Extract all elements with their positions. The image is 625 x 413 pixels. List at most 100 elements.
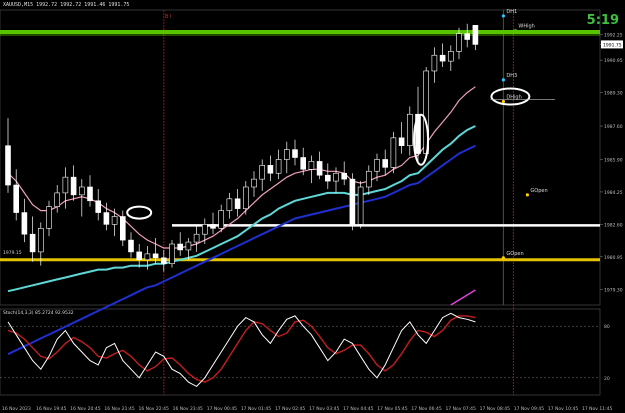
annotation-marker — [501, 78, 505, 82]
candle-body — [111, 216, 118, 225]
candle-body — [103, 212, 110, 225]
candle-body — [218, 210, 224, 229]
annotation-marker — [501, 14, 505, 18]
highlight-ellipse — [126, 205, 153, 220]
ma-slow-line — [7, 144, 476, 356]
chart-symbol-header: XAUUSD,M15 1992.72 1992.72 1991.46 1991.… — [3, 2, 130, 8]
candle-body — [292, 149, 298, 158]
time-axis-label: 17 Nov 01:45 — [241, 406, 271, 412]
annotation-label: WHigh — [518, 24, 534, 30]
time-axis-label: 17 Nov 07:45 — [446, 406, 476, 412]
price-axis-label: 1992.25 — [604, 33, 623, 39]
yellow-level-label: 1979.15 — [3, 250, 22, 256]
time-axis-label: 17 Nov 06:45 — [411, 406, 441, 412]
candle-body — [210, 224, 216, 229]
price-chart: 1992.25 1991.75 1990.95 1989.30 1987.60 1985.… — [0, 9, 623, 412]
candle-body — [169, 243, 175, 265]
annotation-marker — [525, 193, 530, 197]
candle-body — [136, 251, 142, 261]
candle-body — [5, 145, 11, 186]
time-axis-label: 16 Nov 19:45 — [36, 406, 66, 412]
candle-body — [21, 212, 28, 235]
ma-mid-line — [7, 125, 476, 293]
annotation-marker — [501, 99, 505, 104]
candle-body — [54, 192, 61, 207]
price-axis-label: 1987.60 — [604, 124, 623, 130]
candle-body — [177, 243, 183, 251]
candle-body — [341, 172, 348, 180]
candle-body — [275, 159, 282, 174]
candle-body — [70, 176, 77, 196]
candle-body — [283, 149, 290, 160]
stoch-signal-line — [7, 315, 476, 383]
candle-body — [87, 186, 93, 202]
time-axis-label: 17 Nov 02:45 — [275, 406, 305, 412]
time-axis-label: 16 Nov 2023 — [2, 406, 31, 412]
candle-body — [464, 33, 471, 40]
candle-body — [202, 224, 208, 235]
candle-body — [37, 228, 44, 253]
candle-body — [193, 233, 200, 243]
time-axis-label: 16 Nov 20:45 — [70, 406, 100, 412]
candle-body — [128, 239, 134, 253]
annotation-label: GOpen — [506, 251, 523, 257]
candle-body — [251, 178, 257, 188]
panel-tag: B I — [165, 14, 172, 20]
time-axis-label: 16 Nov 23:45 — [173, 406, 203, 412]
candle-body — [324, 174, 331, 182]
price-axis-label: 1979.30 — [604, 287, 623, 293]
annotation-marker — [501, 256, 505, 260]
candle-body — [46, 206, 52, 229]
time-axis-label: 17 Nov 05:45 — [377, 406, 407, 412]
price-axis-label: 1989.30 — [604, 91, 623, 97]
candle-body — [243, 186, 249, 209]
candle-body — [316, 161, 323, 176]
price-axis-label: 1985.90 — [604, 157, 623, 163]
time-axis-label: 17 Nov 08:45 — [480, 406, 510, 412]
annotation-marker — [513, 29, 518, 33]
time-axis-label: 17 Nov 00:45 — [207, 406, 237, 412]
price-axis-label: 1982.60 — [604, 222, 623, 228]
candle-body — [398, 137, 405, 146]
time-axis-label: 17 Nov 10:45 — [548, 406, 578, 412]
ma-fast-line — [7, 86, 476, 249]
time-axis-label: 16 Nov 21:45 — [104, 406, 134, 412]
candle-body — [62, 176, 69, 194]
candle-timer: 5:19 — [586, 13, 619, 28]
candle-body — [447, 50, 454, 62]
time-axis-label: 17 Nov 04:45 — [343, 406, 373, 412]
stoch-level-label: 20 — [604, 376, 610, 382]
price-axis-label: 1990.95 — [604, 58, 623, 64]
stoch-main-line — [7, 312, 476, 388]
candle-body — [161, 257, 167, 264]
candle-body — [382, 159, 389, 168]
candle-body — [95, 200, 101, 213]
candle-body — [185, 241, 192, 251]
annotation-label: GOpen — [530, 188, 547, 194]
candle-body — [308, 161, 315, 170]
candle-body — [374, 159, 380, 172]
candle-body — [234, 198, 241, 209]
candle-body — [300, 157, 307, 170]
time-axis-label: 16 Nov 22:45 — [138, 406, 168, 412]
candle-body — [357, 186, 364, 225]
current-price-label: 1991.75 — [603, 42, 622, 48]
current-price-band — [0, 30, 600, 34]
annotation-label: DH3 — [506, 73, 517, 79]
ma-magenta-line — [450, 289, 476, 306]
candle-body — [13, 184, 19, 213]
candle-body — [120, 216, 126, 241]
candle-body — [152, 253, 159, 259]
candle-body — [456, 33, 462, 52]
candle-body — [406, 113, 413, 146]
candle-body — [29, 233, 36, 253]
candle-body — [259, 165, 266, 180]
candle-body — [439, 54, 446, 62]
candle-body — [365, 170, 372, 188]
time-axis-label: 17 Nov 03:45 — [309, 406, 339, 412]
candle-body — [390, 137, 397, 168]
candle-body — [431, 54, 438, 72]
candle-body — [472, 25, 479, 45]
price-axis-label: 1980.95 — [604, 255, 623, 261]
candle-body — [267, 165, 274, 174]
